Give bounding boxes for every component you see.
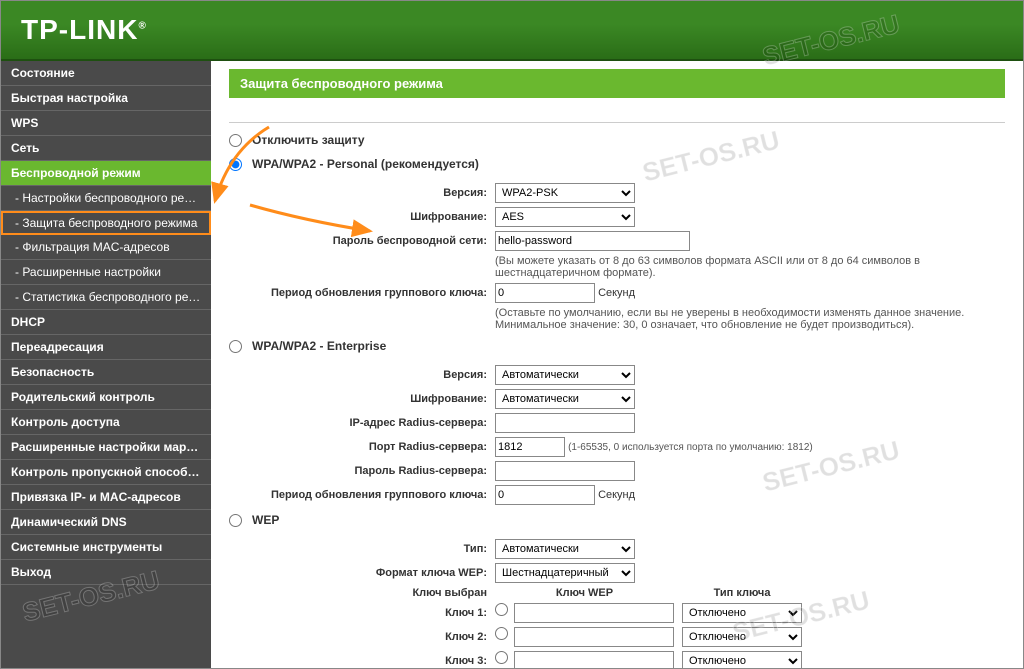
ent-cipher-select[interactable]: Автоматически	[495, 389, 635, 409]
wep-key-label: Ключ 3:	[241, 649, 491, 668]
radius-port-label: Порт Radius-сервера:	[241, 435, 491, 459]
radius-port-input[interactable]	[495, 437, 565, 457]
section-disable[interactable]: Отключить защиту	[229, 133, 1005, 147]
sidebar-item[interactable]: Контроль доступа	[1, 410, 211, 435]
section-wep[interactable]: WEP	[229, 513, 1005, 527]
password-label: Пароль беспроводной сети:	[241, 229, 491, 253]
radius-ip-label: IP-адрес Radius-сервера:	[241, 411, 491, 435]
section-wpa-enterprise-label: WPA/WPA2 - Enterprise	[252, 339, 386, 353]
section-wpa-personal[interactable]: WPA/WPA2 - Personal (рекомендуется)	[229, 157, 1005, 171]
wep-key-input[interactable]	[514, 651, 674, 668]
radio-disable[interactable]	[229, 134, 242, 147]
radius-pwd-label: Пароль Radius-сервера:	[241, 459, 491, 483]
groupkey-label: Период обновления группового ключа:	[241, 281, 491, 305]
sidebar-item[interactable]: Родительский контроль	[1, 385, 211, 410]
wep-header-key: Ключ WEP	[491, 585, 678, 601]
wpa-personal-form: Версия: WPA2-PSK Шифрование: AES Пароль …	[241, 181, 1005, 333]
wep-key-type-select[interactable]: Отключено	[682, 627, 802, 647]
sidebar-item[interactable]: Переадресация	[1, 335, 211, 360]
wep-type-select[interactable]: Автоматически	[495, 539, 635, 559]
radio-wpa-enterprise[interactable]	[229, 340, 242, 353]
wep-key-label: Ключ 2:	[241, 625, 491, 649]
sidebar-item[interactable]: WPS	[1, 111, 211, 136]
wep-format-select[interactable]: Шестнадцатеричный	[495, 563, 635, 583]
radius-port-hint: (1-65535, 0 используется порта по умолча…	[568, 442, 813, 453]
panel-title: Защита беспроводного режима	[229, 69, 1005, 98]
sidebar-item[interactable]: Привязка IP- и MAC-адресов	[1, 485, 211, 510]
sidebar-item[interactable]: - Защита беспроводного режима	[1, 211, 211, 235]
ent-groupkey-input[interactable]	[495, 485, 595, 505]
sidebar-item[interactable]: - Расширенные настройки	[1, 260, 211, 285]
ent-version-select[interactable]: Автоматически	[495, 365, 635, 385]
wep-key-radio[interactable]	[495, 651, 508, 664]
section-disable-label: Отключить защиту	[252, 133, 365, 147]
sidebar-item[interactable]: Контроль пропускной способности	[1, 460, 211, 485]
wep-format-label: Формат ключа WEP:	[241, 561, 491, 585]
sidebar-item[interactable]: Быстрая настройка	[1, 86, 211, 111]
sidebar-item[interactable]: Состояние	[1, 61, 211, 86]
groupkey-hint: (Оставьте по умолчанию, если вы не увере…	[491, 305, 1005, 333]
ent-version-label: Версия:	[241, 363, 491, 387]
section-wpa-personal-label: WPA/WPA2 - Personal (рекомендуется)	[252, 157, 479, 171]
wep-form: Тип: Автоматически Формат ключа WEP: Шес…	[241, 537, 806, 668]
version-label: Версия:	[241, 181, 491, 205]
wep-key-radio[interactable]	[495, 627, 508, 640]
cipher-label: Шифрование:	[241, 205, 491, 229]
ent-groupkey-label: Период обновления группового ключа:	[241, 483, 491, 507]
cipher-select[interactable]: AES	[495, 207, 635, 227]
wep-key-input[interactable]	[514, 603, 674, 623]
sidebar-item[interactable]: DHCP	[1, 310, 211, 335]
password-hint: (Вы можете указать от 8 до 63 символов ф…	[491, 253, 1005, 281]
content-panel: Защита беспроводного режима Отключить за…	[211, 61, 1023, 668]
wpa-enterprise-form: Версия: Автоматически Шифрование: Автома…	[241, 363, 817, 507]
sidebar-item[interactable]: Динамический DNS	[1, 510, 211, 535]
sidebar-item[interactable]: Выход	[1, 560, 211, 585]
groupkey-unit: Секунд	[598, 287, 635, 299]
radius-pwd-input[interactable]	[495, 461, 635, 481]
password-input[interactable]	[495, 231, 690, 251]
section-wpa-enterprise[interactable]: WPA/WPA2 - Enterprise	[229, 339, 1005, 353]
groupkey-input[interactable]	[495, 283, 595, 303]
wep-key-radio[interactable]	[495, 603, 508, 616]
wep-header-type: Тип ключа	[678, 585, 806, 601]
section-wep-label: WEP	[252, 513, 279, 527]
sidebar-item[interactable]: - Фильтрация MAC-адресов	[1, 235, 211, 260]
ent-cipher-label: Шифрование:	[241, 387, 491, 411]
sidebar-item[interactable]: - Настройки беспроводного режима	[1, 186, 211, 211]
sidebar-item[interactable]: - Статистика беспроводного режима	[1, 285, 211, 310]
version-select[interactable]: WPA2-PSK	[495, 183, 635, 203]
radio-wpa-personal[interactable]	[229, 158, 242, 171]
sidebar: СостояниеБыстрая настройкаWPSСетьБеспров…	[1, 61, 211, 668]
sidebar-item[interactable]: Системные инструменты	[1, 535, 211, 560]
wep-type-label: Тип:	[241, 537, 491, 561]
sidebar-item[interactable]: Безопасность	[1, 360, 211, 385]
sidebar-item[interactable]: Расширенные настройки маршрутизации	[1, 435, 211, 460]
wep-key-label: Ключ 1:	[241, 601, 491, 625]
wep-selected-label: Ключ выбран	[241, 585, 491, 601]
brand-logo: TP-LINK®	[21, 14, 147, 46]
wep-key-input[interactable]	[514, 627, 674, 647]
wep-key-type-select[interactable]: Отключено	[682, 651, 802, 668]
wep-key-type-select[interactable]: Отключено	[682, 603, 802, 623]
header-bar: TP-LINK®	[1, 1, 1023, 61]
ent-groupkey-unit: Секунд	[598, 489, 635, 501]
radio-wep[interactable]	[229, 514, 242, 527]
sidebar-item[interactable]: Сеть	[1, 136, 211, 161]
sidebar-item[interactable]: Беспроводной режим	[1, 161, 211, 186]
radius-ip-input[interactable]	[495, 413, 635, 433]
